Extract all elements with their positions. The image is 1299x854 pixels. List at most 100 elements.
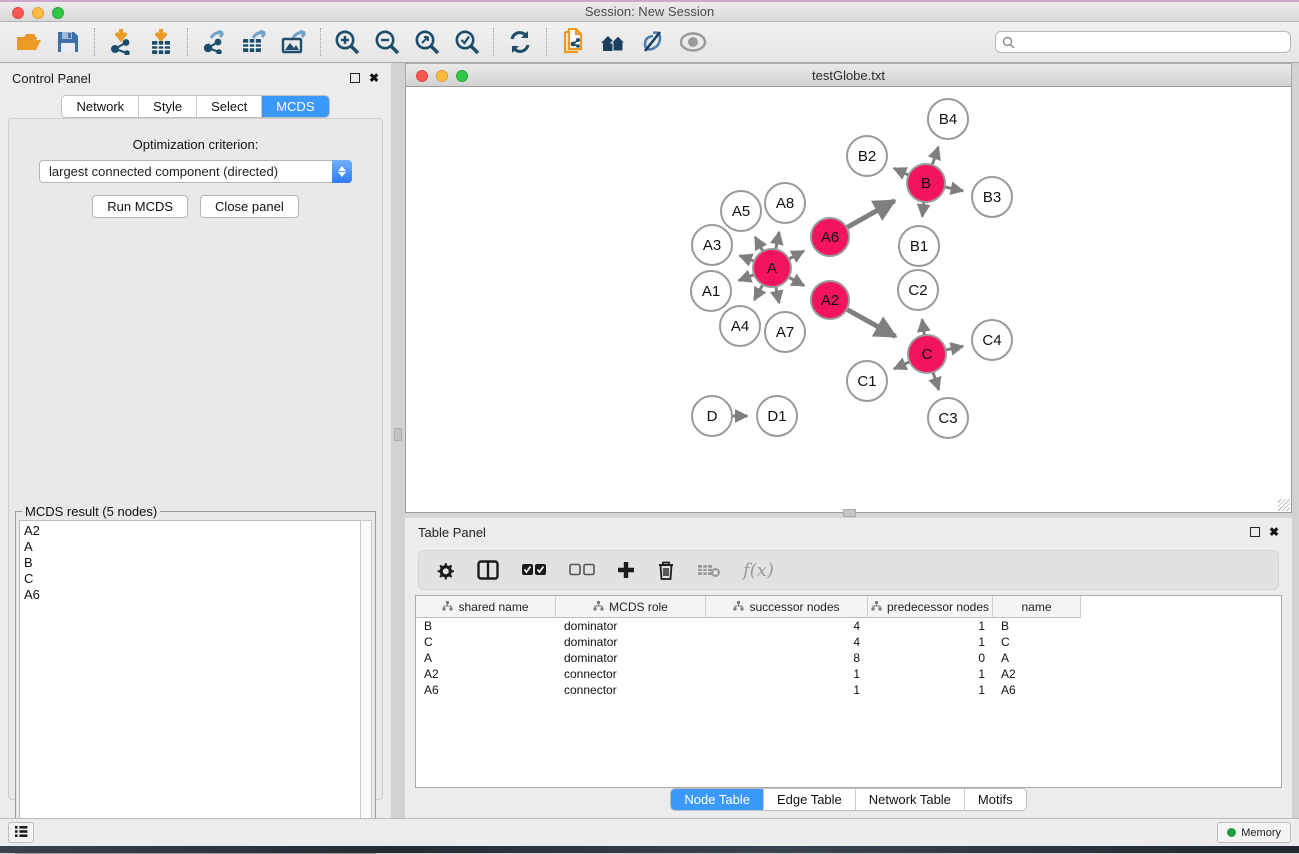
node-A7[interactable]: A7 [765,312,805,352]
table-row[interactable]: Cdominator41C [416,634,1281,650]
trash-icon[interactable] [657,560,675,580]
node-C2[interactable]: C2 [898,270,938,310]
network-window-titlebar[interactable]: testGlobe.txt [405,63,1292,87]
open-session-button[interactable] [8,25,48,59]
export-table-button[interactable] [234,25,274,59]
node-B[interactable]: B [907,164,945,202]
mcds-result-item[interactable]: C [24,571,357,587]
gear-icon[interactable] [435,560,455,580]
hide-labels-button[interactable] [633,25,673,59]
eye-button[interactable] [673,25,713,59]
zoom-in-button[interactable] [327,25,367,59]
table-body: Bdominator41BCdominator41CAdominator80AA… [416,618,1281,698]
node-C3[interactable]: C3 [928,398,968,438]
mcds-result-list[interactable]: A2ABCA6 [19,520,362,850]
node-A6[interactable]: A6 [811,218,849,256]
node-A8[interactable]: A8 [765,183,805,223]
node-A5[interactable]: A5 [721,191,761,231]
export-image-button[interactable] [274,25,314,59]
export-network-button[interactable] [194,25,234,59]
column-header-successor-nodes[interactable]: successor nodes [706,596,868,618]
network-canvas[interactable]: B4 B2 B B3 A5A8A6 A3 B1 A C2 A1 A2 A4A7 C C4 C1 C3 D D1 [405,87,1292,513]
column-icon[interactable] [477,560,499,580]
mcds-result-item[interactable]: B [24,555,357,571]
zoom-selected-button[interactable] [447,25,487,59]
criterion-dropdown[interactable]: largest connected component (directed) [39,160,352,183]
refresh-button[interactable] [500,25,540,59]
node-B3[interactable]: B3 [972,177,1012,217]
maximize-window-button[interactable] [456,70,468,82]
add-icon[interactable] [617,561,635,579]
table-row[interactable]: Adominator80A [416,650,1281,666]
table-row[interactable]: A2connector11A2 [416,666,1281,682]
function-builder-button[interactable]: f(x) [743,560,774,581]
node-C4[interactable]: C4 [972,320,1012,360]
node-B4[interactable]: B4 [928,99,968,139]
tab-select[interactable]: Select [197,96,262,117]
node-table[interactable]: shared name MCDS role successor nodes prede… [415,595,1282,788]
column-header-MCDS-role[interactable]: MCDS role [556,596,706,618]
node-A[interactable]: A [753,249,791,287]
splitter-handle[interactable] [843,509,856,517]
mcds-result-item[interactable]: A [24,539,357,555]
node-C[interactable]: C [908,335,946,373]
node-B2[interactable]: B2 [847,136,887,176]
table-row[interactable]: Bdominator41B [416,618,1281,634]
column-header-predecessor-nodes[interactable]: predecessor nodes [868,596,993,618]
column-header-name[interactable]: name [993,596,1081,618]
mcds-result-scrollbar[interactable] [360,520,372,850]
toolbar-separator [493,28,494,56]
home-button[interactable] [593,25,633,59]
task-history-button[interactable] [8,822,34,843]
tab-network[interactable]: Network [62,96,139,117]
node-A2[interactable]: A2 [811,281,849,319]
search-input[interactable] [1019,35,1284,49]
node-A1[interactable]: A1 [691,271,731,311]
import-table-button[interactable] [141,25,181,59]
tab-node-table[interactable]: Node Table [671,789,764,810]
close-window-button[interactable] [416,70,428,82]
run-mcds-button[interactable]: Run MCDS [92,195,188,218]
column-header-label: shared name [458,600,528,614]
tab-network-table[interactable]: Network Table [856,789,965,810]
search-field[interactable] [995,31,1291,53]
tab-edge-table[interactable]: Edge Table [764,789,856,810]
column-header-label: successor nodes [749,600,839,614]
import-network-button[interactable] [101,25,141,59]
float-panel-icon[interactable] [1250,527,1260,537]
zoom-fit-button[interactable] [407,25,447,59]
node-D1[interactable]: D1 [757,396,797,436]
node-C1[interactable]: C1 [847,361,887,401]
select-all-icon[interactable] [521,563,547,577]
tab-mcds[interactable]: MCDS [262,96,328,117]
clone-network-button[interactable] [553,25,593,59]
close-panel-button[interactable]: Close panel [200,195,299,218]
network-graph[interactable]: B4 B2 B B3 A5A8A6 A3 B1 A C2 A1 A2 A4A7 C C4 C1 C3 D D1 [406,87,1291,511]
memory-button[interactable]: Memory [1217,822,1291,843]
delete-table-icon[interactable] [697,562,721,578]
node-B1[interactable]: B1 [899,226,939,266]
table-row[interactable]: A6connector11A6 [416,682,1281,698]
table-cell: A2 [416,667,556,681]
close-panel-icon[interactable]: ✖ [369,73,379,83]
maximize-window-button[interactable] [52,7,64,19]
node-A3[interactable]: A3 [692,225,732,265]
column-header-shared-name[interactable]: shared name [416,596,556,618]
mcds-result-item[interactable]: A6 [24,587,357,603]
mcds-result-item[interactable]: A2 [24,523,357,539]
zoom-out-button[interactable] [367,25,407,59]
node-A4[interactable]: A4 [720,306,760,346]
close-panel-icon[interactable]: ✖ [1269,527,1279,537]
save-session-button[interactable] [48,25,88,59]
splitter-handle[interactable] [394,428,402,441]
resize-handle[interactable] [1278,499,1290,511]
float-panel-icon[interactable] [350,73,360,83]
minimize-window-button[interactable] [436,70,448,82]
tab-style[interactable]: Style [139,96,197,117]
close-window-button[interactable] [12,7,24,19]
unselect-all-icon[interactable] [569,563,595,577]
table-cell: A2 [993,667,1081,681]
minimize-window-button[interactable] [32,7,44,19]
tab-motifs[interactable]: Motifs [965,789,1026,810]
node-D[interactable]: D [692,396,732,436]
